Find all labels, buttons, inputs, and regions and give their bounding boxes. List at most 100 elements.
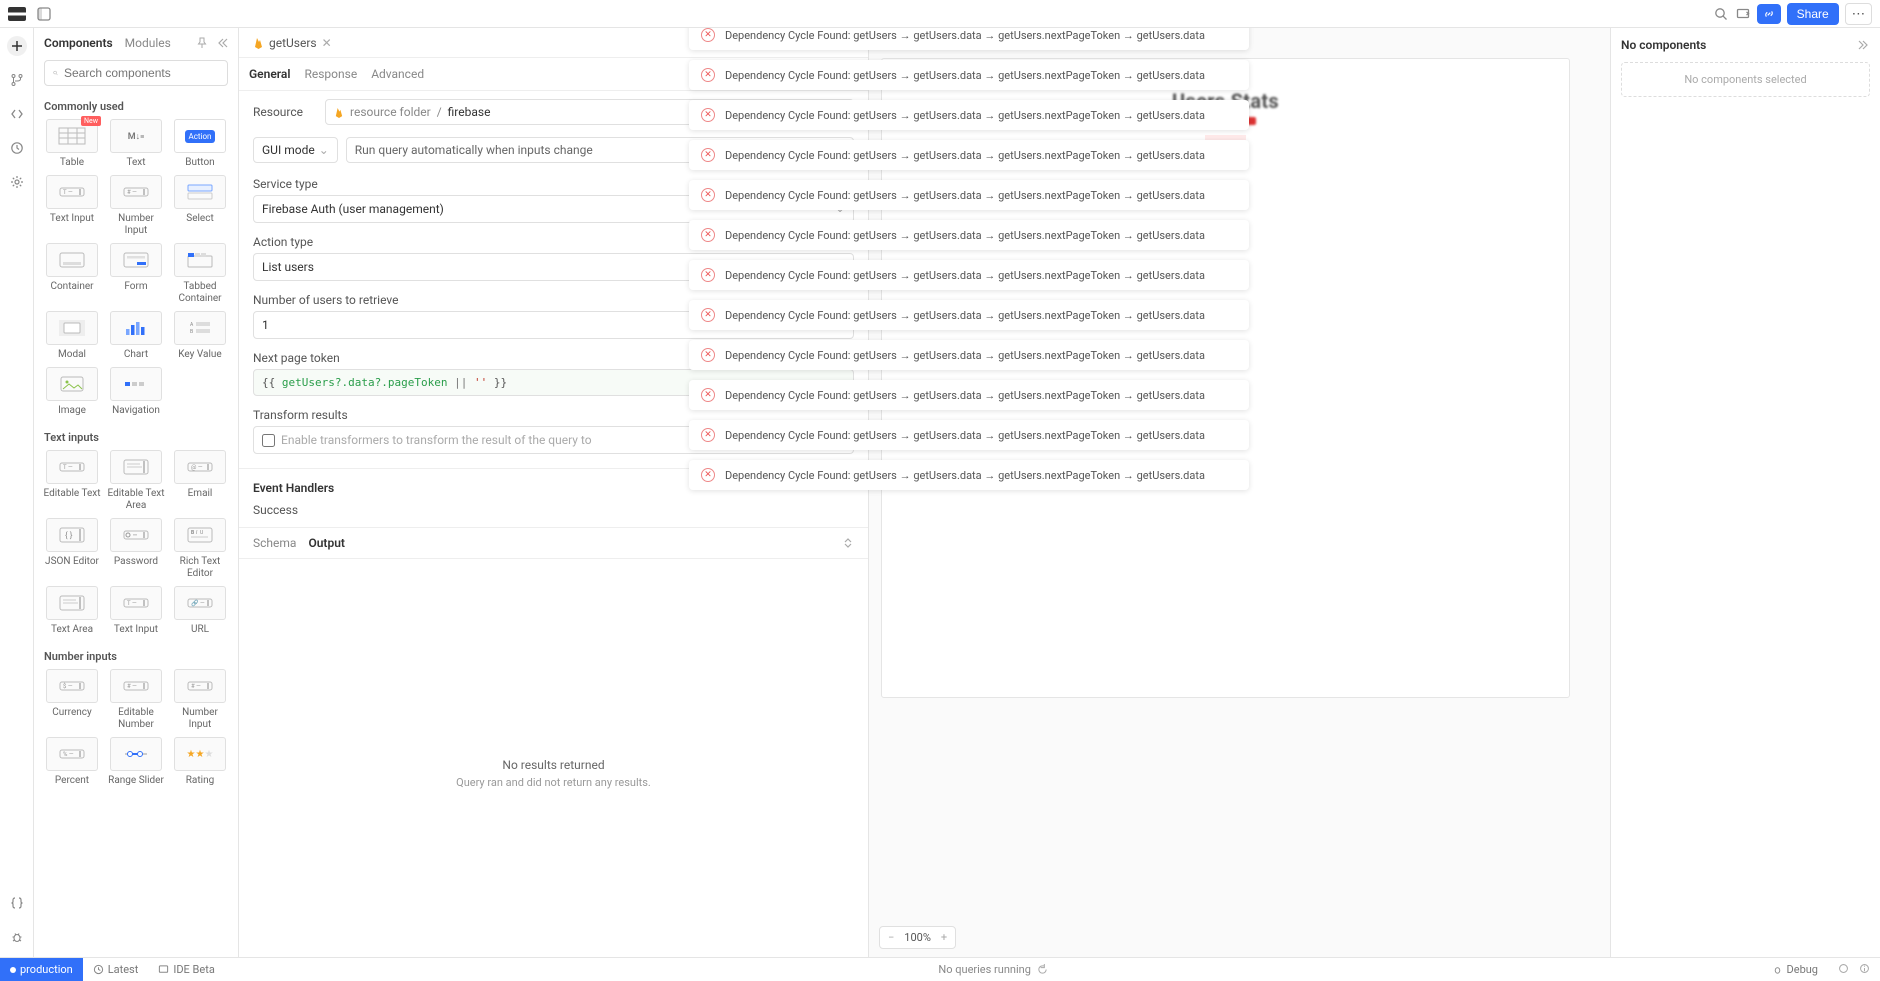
- code-icon[interactable]: [7, 104, 27, 124]
- component-form[interactable]: Form: [106, 243, 166, 305]
- warning-text: Dependency Cycle Found: getUsers → getUs…: [725, 229, 1205, 242]
- component-image[interactable]: Image: [42, 367, 102, 417]
- gui-mode-select[interactable]: GUI mode ⌄: [253, 137, 338, 163]
- event-handler-success[interactable]: Success: [239, 499, 868, 528]
- component-tabbed-container[interactable]: Tabbed Container: [170, 243, 230, 305]
- search-icon[interactable]: [1713, 6, 1729, 22]
- status-ide-beta[interactable]: IDE Beta: [148, 963, 224, 976]
- component-editable-text-area[interactable]: Editable Text Area: [106, 450, 166, 512]
- close-icon[interactable]: ✕: [701, 308, 715, 322]
- status-info-icon[interactable]: [1859, 963, 1870, 976]
- logo[interactable]: [8, 7, 26, 21]
- component-text-input[interactable]: T —Text Input: [106, 586, 166, 636]
- component-rich-text-editor[interactable]: BIURich Text Editor: [170, 518, 230, 580]
- component-rating[interactable]: ★★★Rating: [170, 737, 230, 787]
- component-percent[interactable]: % —Percent: [42, 737, 102, 787]
- braces-icon[interactable]: [7, 893, 27, 913]
- share-button[interactable]: Share: [1787, 3, 1839, 25]
- status-latest[interactable]: Latest: [83, 963, 149, 976]
- component-search[interactable]: [44, 60, 228, 86]
- component-select[interactable]: Select: [170, 175, 230, 237]
- subtab-general[interactable]: General: [249, 67, 290, 81]
- preview-icon[interactable]: [1735, 6, 1751, 22]
- canvas[interactable]: Main Users Stats 0 ✕Dependency Cycle Fou…: [869, 28, 1610, 957]
- expand-icon[interactable]: [842, 537, 854, 549]
- component-chart[interactable]: Chart: [106, 311, 166, 361]
- component-button[interactable]: ActionButton: [170, 119, 230, 169]
- pin-icon[interactable]: [196, 37, 208, 49]
- warning-toast: ✕ Dependency Cycle Found: getUsers → getU…: [689, 460, 1249, 490]
- component-url[interactable]: 🔗 —URL: [170, 586, 230, 636]
- zoom-out-icon[interactable]: −: [888, 931, 894, 944]
- more-button[interactable]: ⋯: [1845, 3, 1872, 25]
- component-navigation[interactable]: Navigation: [106, 367, 166, 417]
- component-label: Container: [50, 281, 93, 293]
- close-icon[interactable]: ✕: [701, 468, 715, 482]
- svg-text:I: I: [196, 530, 198, 536]
- close-icon[interactable]: ✕: [322, 36, 332, 50]
- subtab-advanced[interactable]: Advanced: [371, 67, 424, 81]
- component-editable-number[interactable]: # —Editable Number: [106, 669, 166, 731]
- component-label: Rich Text Editor: [170, 556, 230, 580]
- expand-inspector-icon[interactable]: [1858, 39, 1870, 51]
- close-icon[interactable]: ✕: [701, 228, 715, 242]
- component-number-input[interactable]: # —Number Input: [170, 669, 230, 731]
- output-tab[interactable]: Output: [308, 536, 344, 550]
- tab-modules[interactable]: Modules: [125, 36, 171, 50]
- gui-mode-label: GUI mode: [262, 143, 315, 157]
- close-icon[interactable]: ✕: [701, 268, 715, 282]
- component-email[interactable]: @ —Email: [170, 450, 230, 512]
- component-thumb: [110, 243, 162, 277]
- status-refresh-icon[interactable]: [1838, 963, 1849, 976]
- close-icon[interactable]: ✕: [701, 28, 715, 42]
- component-search-input[interactable]: [64, 66, 219, 80]
- svg-text:A: A: [190, 322, 194, 328]
- close-icon[interactable]: ✕: [701, 68, 715, 82]
- component-number-input[interactable]: # —Number Input: [106, 175, 166, 237]
- component-range-slider[interactable]: Range Slider: [106, 737, 166, 787]
- resource-label: Resource: [253, 105, 315, 119]
- firebase-icon: [253, 36, 264, 50]
- branch-icon[interactable]: [7, 70, 27, 90]
- component-text-area[interactable]: Text Area: [42, 586, 102, 636]
- close-icon[interactable]: ✕: [701, 188, 715, 202]
- close-icon[interactable]: ✕: [701, 108, 715, 122]
- history-icon[interactable]: [7, 138, 27, 158]
- nav-rail: [0, 28, 34, 957]
- component-password[interactable]: ••Password: [106, 518, 166, 580]
- inspector-panel: No components No components selected: [1610, 28, 1880, 957]
- component-currency[interactable]: $ —Currency: [42, 669, 102, 731]
- component-modal[interactable]: Modal: [42, 311, 102, 361]
- component-text-input[interactable]: T —Text Input: [42, 175, 102, 237]
- query-tab-getusers[interactable]: getUsers ✕: [249, 36, 336, 50]
- zoom-in-icon[interactable]: +: [941, 931, 947, 944]
- tab-components[interactable]: Components: [44, 36, 113, 50]
- close-icon[interactable]: ✕: [701, 388, 715, 402]
- refresh-icon[interactable]: [1037, 964, 1048, 975]
- component-key-value[interactable]: ABKey Value: [170, 311, 230, 361]
- zoom-control[interactable]: − 100% +: [879, 926, 956, 949]
- warning-toast: ✕Dependency Cycle Found: getUsers → getU…: [689, 60, 1249, 90]
- component-editable-text[interactable]: T —Editable Text: [42, 450, 102, 512]
- add-icon[interactable]: [7, 36, 27, 56]
- close-icon[interactable]: ✕: [701, 148, 715, 162]
- transform-checkbox[interactable]: [262, 434, 275, 447]
- component-thumb: [110, 311, 162, 345]
- warning-text: Dependency Cycle Found: getUsers → getUs…: [725, 469, 1205, 482]
- env-production[interactable]: production: [0, 958, 83, 981]
- warning-text: Dependency Cycle Found: getUsers → getUs…: [725, 109, 1205, 122]
- schema-tab[interactable]: Schema: [253, 536, 296, 550]
- close-icon[interactable]: ✕: [701, 428, 715, 442]
- settings-icon[interactable]: [7, 172, 27, 192]
- link-button[interactable]: [1757, 4, 1781, 24]
- bug-icon[interactable]: [7, 927, 27, 947]
- close-icon[interactable]: ✕: [701, 348, 715, 362]
- panel-toggle-icon[interactable]: [36, 6, 52, 22]
- status-debug[interactable]: Debug: [1762, 963, 1828, 976]
- component-json-editor[interactable]: { }JSON Editor: [42, 518, 102, 580]
- component-text[interactable]: M↓≡Text: [106, 119, 166, 169]
- collapse-icon[interactable]: [216, 37, 228, 49]
- component-table[interactable]: NewTable: [42, 119, 102, 169]
- component-container[interactable]: Container: [42, 243, 102, 305]
- subtab-response[interactable]: Response: [304, 67, 357, 81]
